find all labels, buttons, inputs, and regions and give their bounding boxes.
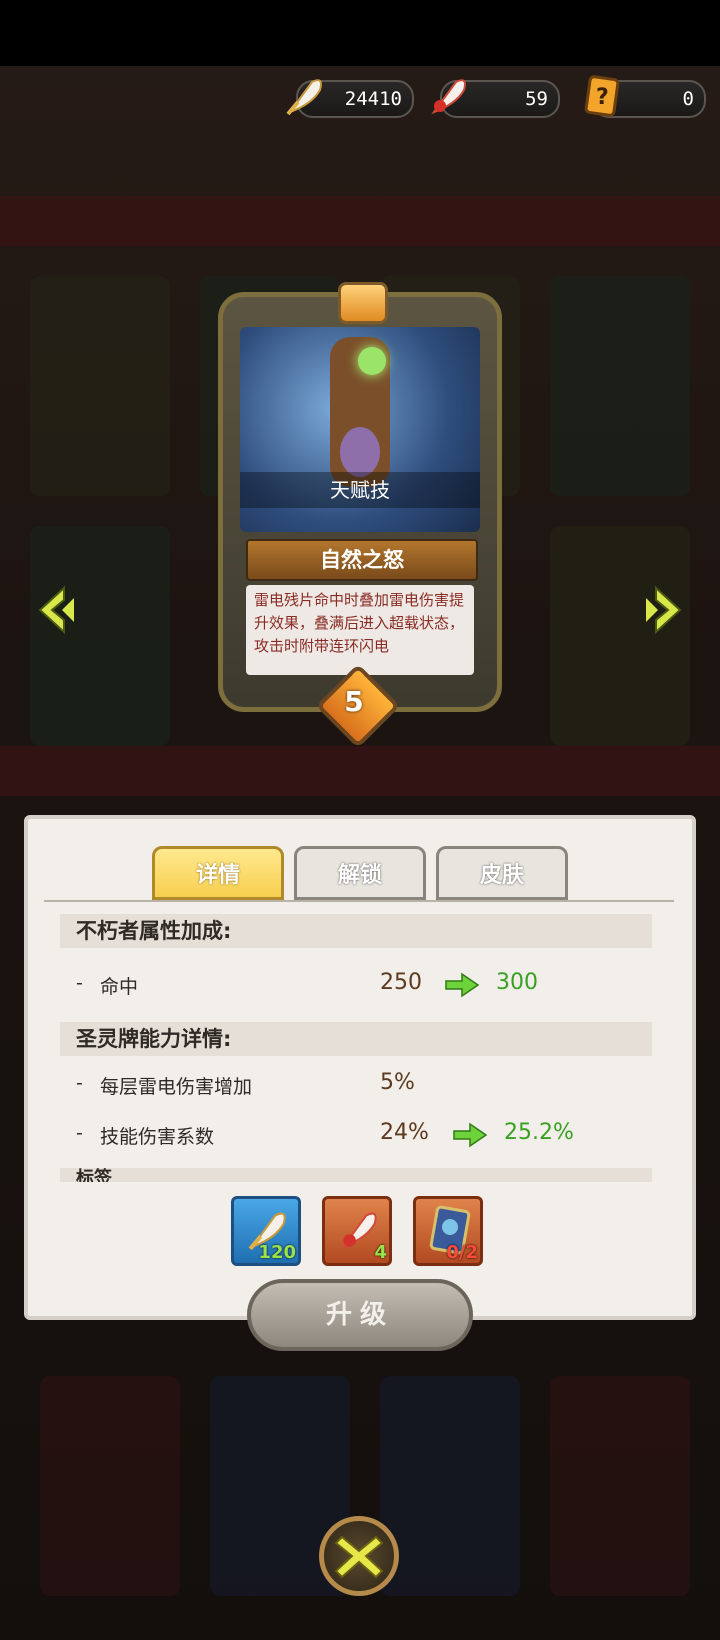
feather-red-icon [431, 79, 466, 115]
card-top-gem [338, 282, 388, 324]
artwork-hero [340, 427, 380, 477]
close-button[interactable] [319, 1516, 399, 1596]
currency-value: 59 [525, 88, 548, 110]
cost-amount: 4 [374, 1242, 387, 1263]
ability-from-value: 24% [380, 1120, 429, 1145]
currency-feather-gold[interactable]: 24410 [286, 79, 414, 118]
ability-label-lightning: 每层雷电伤害增加 [100, 1076, 253, 1098]
cost-hero-card: 0/2 [413, 1196, 483, 1266]
previous-arrow-icon[interactable] [34, 580, 82, 640]
card-name: 自然之怒 [246, 539, 478, 581]
close-icon [334, 1535, 384, 1579]
artwork-orb [358, 347, 386, 375]
card-type-label: 天赋技 [240, 472, 480, 508]
increase-arrow-icon [453, 1122, 488, 1148]
section-header-attributes: 不朽者属性加成: [60, 914, 652, 948]
currency-mystery-card[interactable]: ? 0 [584, 75, 706, 118]
ability-from-value: 5% [380, 1070, 415, 1095]
mystery-card-icon: ? [584, 75, 620, 117]
attr-to-value: 300 [496, 970, 538, 995]
next-arrow-icon[interactable] [638, 580, 686, 640]
tab-unlock[interactable]: 解锁 [294, 846, 426, 900]
tab-skin[interactable]: 皮肤 [436, 846, 568, 900]
row-dash: - [76, 1072, 83, 1094]
section-header-tags: 标签 [60, 1168, 652, 1182]
tab-divider [44, 900, 674, 902]
tab-details[interactable]: 详情 [152, 846, 284, 900]
cost-amount: 120 [258, 1242, 296, 1263]
ability-label-skill-coef: 技能伤害系数 [100, 1126, 215, 1148]
card-description: 雷电残片命中时叠加雷电伤害提升效果，叠满后进入超载状态，攻击时附带连环闪电 [246, 585, 474, 675]
svg-text:?: ? [596, 85, 609, 110]
card-level-value: 5 [344, 685, 364, 718]
currency-value: 0 [682, 88, 694, 110]
attr-label-hit: 命中 [100, 976, 139, 998]
currency-value: 24410 [344, 88, 402, 110]
section-header-abilities: 圣灵牌能力详情: [60, 1022, 652, 1056]
increase-arrow-icon [445, 972, 480, 998]
attr-from-value: 250 [380, 970, 422, 995]
currency-feather-red[interactable]: 59 [431, 79, 560, 118]
upgrade-button[interactable]: 升级 [247, 1279, 473, 1351]
cost-feather-red: 4 [322, 1196, 392, 1266]
row-dash: - [76, 1122, 83, 1144]
hero-skill-card: 天赋技 自然之怒 雷电残片命中时叠加雷电伤害提升效果，叠满后进入超载状态，攻击时… [218, 282, 502, 749]
row-dash: - [76, 972, 83, 994]
top-status-bar [0, 0, 720, 66]
ability-to-value: 25.2% [504, 1120, 574, 1145]
cost-amount: 0/2 [446, 1242, 478, 1263]
feather-gold-icon [286, 79, 322, 116]
cost-feather-gold: 120 [231, 1196, 301, 1266]
